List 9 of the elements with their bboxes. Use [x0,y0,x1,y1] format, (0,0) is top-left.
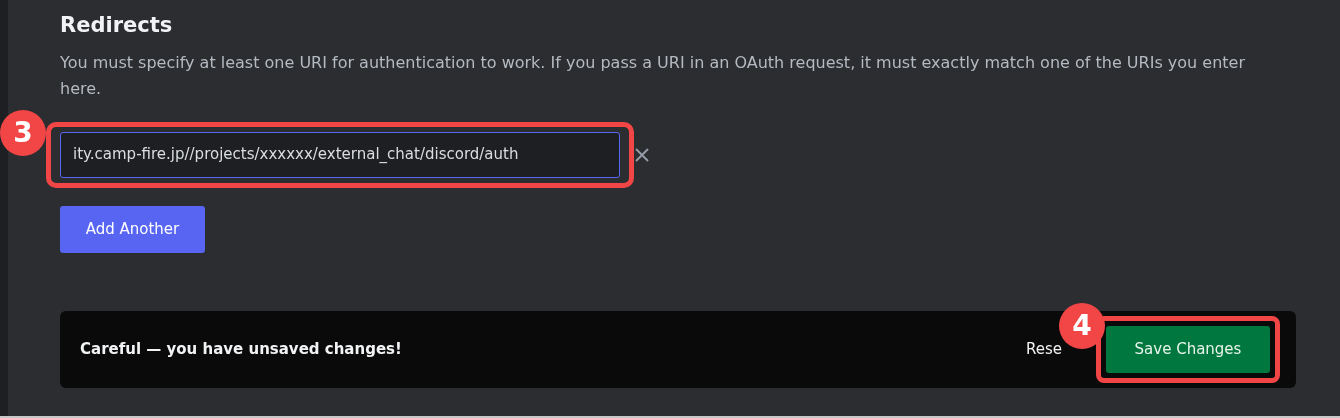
uri-input-field[interactable]: ity.camp-fire.jp//projects/xxxxxx/external_chat/discord/auth [60,131,620,178]
close-icon[interactable] [634,146,650,163]
section-description: You must specify at least one URI for authentication to work. If you pass a URI in an OAuth request, it must exactly match one of the URIs you enter here. [60,51,1246,100]
save-changes-button[interactable]: Save Changes [1106,325,1270,373]
add-another-button[interactable]: Add Another [60,205,205,253]
step-badge: 3 [0,109,46,156]
reset-link[interactable]: Rese [1025,337,1062,361]
unsaved-message: Careful — you have unsaved changes! [80,338,403,360]
section-title: Redirects [60,12,174,39]
